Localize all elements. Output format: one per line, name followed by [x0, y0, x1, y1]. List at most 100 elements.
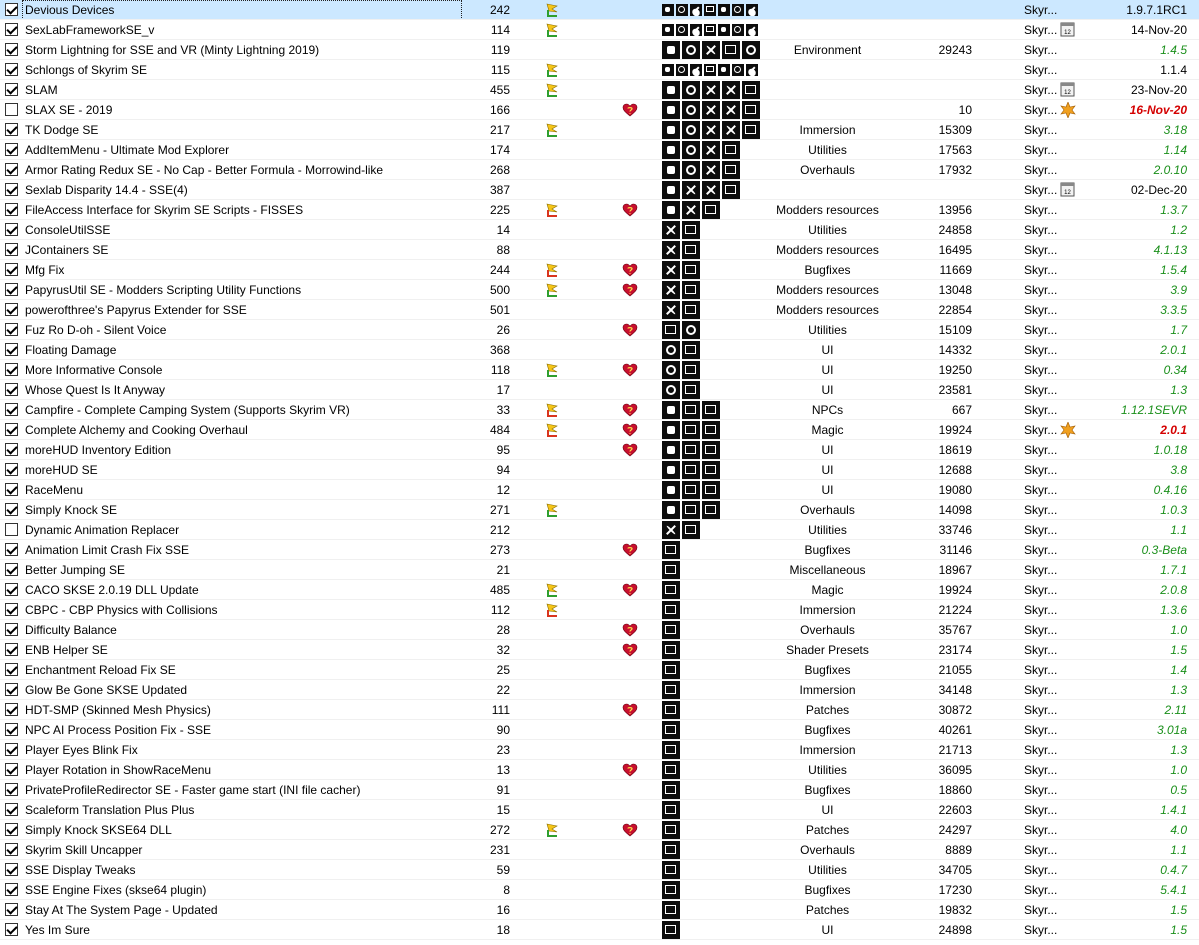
mod-enabled-checkbox[interactable]: [5, 563, 18, 576]
mod-row[interactable]: SSE Engine Fixes (skse64 plugin) 8 Bugfixe…: [0, 880, 1199, 900]
mod-enabled-checkbox[interactable]: [5, 223, 18, 236]
mod-row[interactable]: HDT-SMP (Skinned Mesh Physics) 111 Patches…: [0, 700, 1199, 720]
mod-row[interactable]: Difficulty Balance 28 Overhauls 35767 Skyr..…: [0, 620, 1199, 640]
mod-row[interactable]: ConsoleUtilSSE 14 Utilities 24858 Skyr... 1.2: [0, 220, 1199, 240]
mod-row[interactable]: Enchantment Reload Fix SE 25 Bugfixes 21055…: [0, 660, 1199, 680]
mod-enabled-checkbox[interactable]: [5, 523, 18, 536]
mod-row[interactable]: RaceMenu 12 UI 19080 Skyr... 0.4.16: [0, 480, 1199, 500]
mod-enabled-checkbox[interactable]: [5, 23, 18, 36]
mod-enabled-checkbox[interactable]: [5, 203, 18, 216]
mod-row[interactable]: Whose Quest Is It Anyway 17 UI 23581 Skyr...…: [0, 380, 1199, 400]
mod-row[interactable]: TK Dodge SE 217 Immersion 15309 Skyr... 3.18: [0, 120, 1199, 140]
mod-enabled-checkbox[interactable]: [5, 503, 18, 516]
mod-enabled-checkbox[interactable]: [5, 903, 18, 916]
mod-list-table[interactable]: Devious Devices 242 Skyr... 1.9.7.1RC1 SexLa…: [0, 0, 1199, 945]
mod-enabled-checkbox[interactable]: [5, 483, 18, 496]
mod-enabled-checkbox[interactable]: [5, 543, 18, 556]
content-type-icon: [662, 901, 680, 919]
mod-enabled-checkbox[interactable]: [5, 743, 18, 756]
mod-row[interactable]: Glow Be Gone SKSE Updated 22 Immersion 3414…: [0, 680, 1199, 700]
game-name: Skyr...: [1024, 343, 1058, 357]
mod-row[interactable]: AddItemMenu - Ultimate Mod Explorer 174 Ut…: [0, 140, 1199, 160]
mod-enabled-checkbox[interactable]: [5, 103, 18, 116]
mod-row[interactable]: Complete Alchemy and Cooking Overhaul 484…: [0, 420, 1199, 440]
mod-row[interactable]: Mfg Fix 244 Bugfixes 11669 Skyr... 1.5.4: [0, 260, 1199, 280]
mod-row[interactable]: Yes Im Sure 18 UI 24898 Skyr... 1.5: [0, 920, 1199, 940]
mod-enabled-checkbox[interactable]: [5, 683, 18, 696]
mod-row[interactable]: Floating Damage 368 UI 14332 Skyr... 2.0.1: [0, 340, 1199, 360]
mod-row[interactable]: Simply Knock SKSE64 DLL 272 Patches 24297 Sk…: [0, 820, 1199, 840]
mod-row[interactable]: Animation Limit Crash Fix SSE 273 Bugfixes…: [0, 540, 1199, 560]
mod-enabled-checkbox[interactable]: [5, 763, 18, 776]
mod-row[interactable]: NPC AI Process Position Fix - SSE 90 Bugfi…: [0, 720, 1199, 740]
mod-enabled-checkbox[interactable]: [5, 783, 18, 796]
mod-enabled-checkbox[interactable]: [5, 583, 18, 596]
mod-enabled-checkbox[interactable]: [5, 803, 18, 816]
mod-row[interactable]: Campfire - Complete Camping System (Supp…: [0, 400, 1199, 420]
mod-enabled-checkbox[interactable]: [5, 263, 18, 276]
mod-enabled-checkbox[interactable]: [5, 343, 18, 356]
mod-enabled-checkbox[interactable]: [5, 883, 18, 896]
mod-enabled-checkbox[interactable]: [5, 243, 18, 256]
mod-enabled-checkbox[interactable]: [5, 723, 18, 736]
mod-category: Bugfixes: [804, 723, 851, 737]
mod-enabled-checkbox[interactable]: [5, 323, 18, 336]
mod-row[interactable]: Armor Rating Redux SE - No Cap - Better …: [0, 160, 1199, 180]
mod-row[interactable]: More Informative Console 118 UI 19250 Skyr..…: [0, 360, 1199, 380]
mod-row[interactable]: Player Rotation in ShowRaceMenu 13 Utiliti…: [0, 760, 1199, 780]
mod-enabled-checkbox[interactable]: [5, 703, 18, 716]
mod-row[interactable]: CACO SKSE 2.0.19 DLL Update 485 Magic 19924…: [0, 580, 1199, 600]
mod-row[interactable]: moreHUD SE 94 UI 12688 Skyr... 3.8: [0, 460, 1199, 480]
mod-row[interactable]: JContainers SE 88 Modders resources 16495 Sk…: [0, 240, 1199, 260]
mod-enabled-checkbox[interactable]: [5, 403, 18, 416]
mod-enabled-checkbox[interactable]: [5, 863, 18, 876]
mod-enabled-checkbox[interactable]: [5, 603, 18, 616]
mod-row[interactable]: Sexlab Disparity 14.4 - SSE(4) 387 Skyr...…: [0, 180, 1199, 200]
mod-row[interactable]: Scaleform Translation Plus Plus 15 UI 22603…: [0, 800, 1199, 820]
mod-enabled-checkbox[interactable]: [5, 623, 18, 636]
mod-enabled-checkbox[interactable]: [5, 43, 18, 56]
mod-enabled-checkbox[interactable]: [5, 463, 18, 476]
mod-row[interactable]: Stay At The System Page - Updated 16 Patch…: [0, 900, 1199, 920]
mod-row[interactable]: Skyrim Skill Uncapper 231 Overhauls 8889 Sky…: [0, 840, 1199, 860]
mod-row[interactable]: SLAM 455 Skyr... 12 23-Nov-20: [0, 80, 1199, 100]
mod-row[interactable]: CBPC - CBP Physics with Collisions 112 Imm…: [0, 600, 1199, 620]
mod-row[interactable]: PapyrusUtil SE - Modders Scripting Utili…: [0, 280, 1199, 300]
mod-enabled-checkbox[interactable]: [5, 63, 18, 76]
mod-row[interactable]: Devious Devices 242 Skyr... 1.9.7.1RC1: [0, 0, 1199, 20]
mod-enabled-checkbox[interactable]: [5, 923, 18, 936]
mod-enabled-checkbox[interactable]: [5, 123, 18, 136]
mod-enabled-checkbox[interactable]: [5, 83, 18, 96]
mod-enabled-checkbox[interactable]: [5, 363, 18, 376]
mod-row[interactable]: FileAccess Interface for Skyrim SE Scrip…: [0, 200, 1199, 220]
mod-row[interactable]: PrivateProfileRedirector SE - Faster gam…: [0, 780, 1199, 800]
mod-row[interactable]: moreHUD Inventory Edition 95 UI 18619 Skyr..…: [0, 440, 1199, 460]
mod-row[interactable]: Better Jumping SE 21 Miscellaneous 18967 Sky…: [0, 560, 1199, 580]
mod-enabled-checkbox[interactable]: [5, 3, 18, 16]
mod-row[interactable]: SSE Display Tweaks 59 Utilities 34705 Skyr..…: [0, 860, 1199, 880]
mod-row[interactable]: SexLabFrameworkSE_v 114 Skyr... 12 14-Nov-20: [0, 20, 1199, 40]
mod-enabled-checkbox[interactable]: [5, 183, 18, 196]
mod-row[interactable]: ENB Helper SE 32 Shader Presets 23174 Skyr..…: [0, 640, 1199, 660]
mod-category: Patches: [805, 903, 850, 917]
mod-enabled-checkbox[interactable]: [5, 443, 18, 456]
mod-row[interactable]: Simply Knock SE 271 Overhauls 14098 Skyr... 1…: [0, 500, 1199, 520]
mod-enabled-checkbox[interactable]: [5, 283, 18, 296]
mod-enabled-checkbox[interactable]: [5, 303, 18, 316]
mod-row[interactable]: SLAX SE - 2019 166 10 Skyr... 16-Nov-20: [0, 100, 1199, 120]
mod-enabled-checkbox[interactable]: [5, 143, 18, 156]
mod-row[interactable]: Dynamic Animation Replacer 212 Utilities 33…: [0, 520, 1199, 540]
mod-row[interactable]: Fuz Ro D-oh - Silent Voice 26 Utilities 151…: [0, 320, 1199, 340]
mod-row[interactable]: powerofthree's Papyrus Extender for SSE 5…: [0, 300, 1199, 320]
mod-enabled-checkbox[interactable]: [5, 663, 18, 676]
nexus-id: 23174: [938, 643, 972, 657]
mod-row[interactable]: Schlongs of Skyrim SE 115 Skyr... 1.1.4: [0, 60, 1199, 80]
mod-enabled-checkbox[interactable]: [5, 843, 18, 856]
mod-row[interactable]: Player Eyes Blink Fix 23 Immersion 21713 Sky…: [0, 740, 1199, 760]
mod-enabled-checkbox[interactable]: [5, 163, 18, 176]
mod-enabled-checkbox[interactable]: [5, 423, 18, 436]
mod-enabled-checkbox[interactable]: [5, 823, 18, 836]
mod-enabled-checkbox[interactable]: [5, 383, 18, 396]
mod-row[interactable]: Storm Lightning for SSE and VR (Minty Li…: [0, 40, 1199, 60]
mod-enabled-checkbox[interactable]: [5, 643, 18, 656]
